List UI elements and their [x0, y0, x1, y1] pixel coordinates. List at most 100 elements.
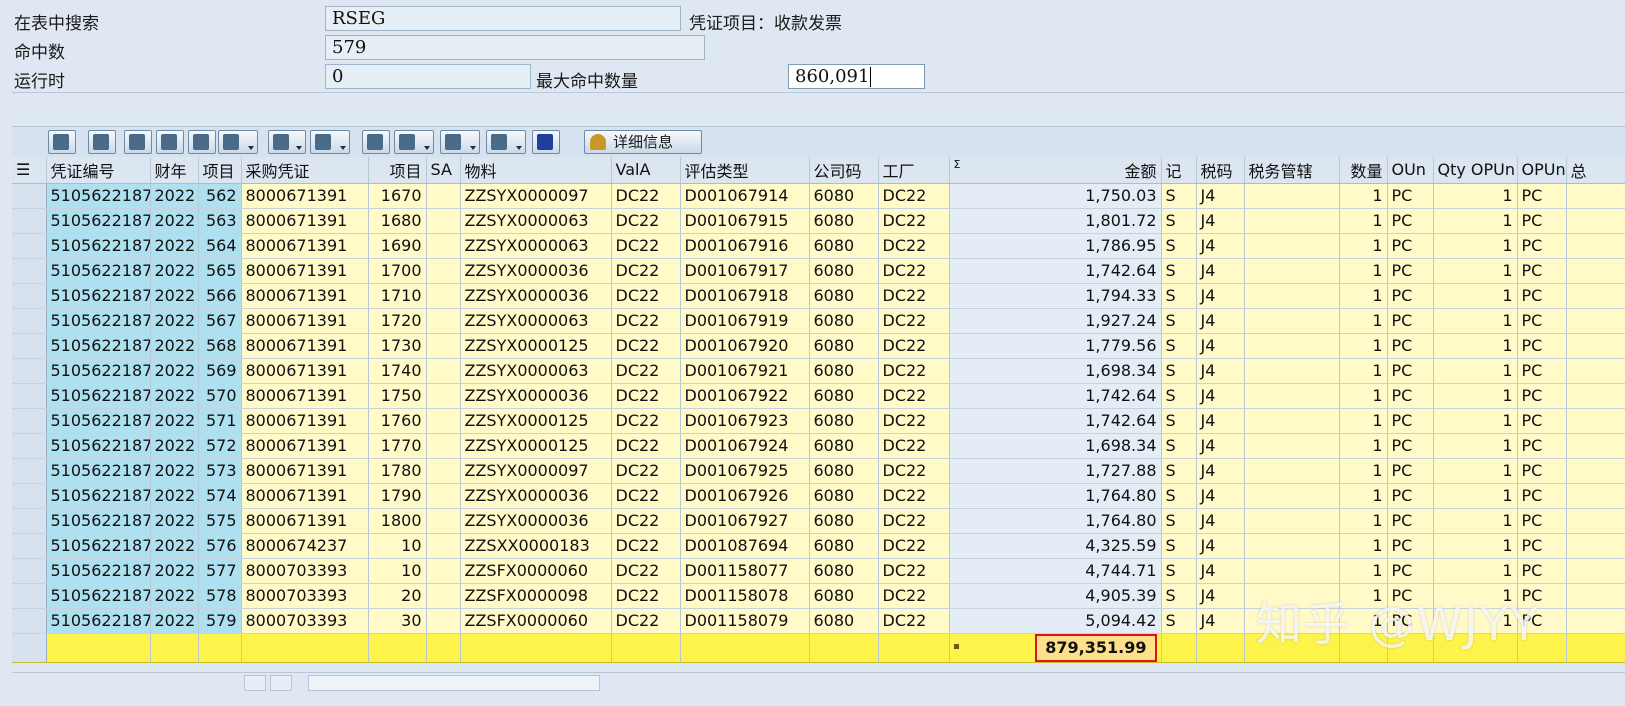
tax-jurisdiction-cell[interactable] [1244, 433, 1340, 459]
po-cell[interactable]: 8000671391 [241, 233, 369, 259]
item-cell[interactable]: 563 [198, 208, 242, 234]
quantity-cell[interactable]: 1 [1339, 433, 1388, 459]
company-code-cell[interactable]: 6080 [809, 358, 879, 384]
material-cell[interactable]: ZZSYX0000036 [460, 258, 612, 284]
material-cell[interactable]: ZZSXX0000183 [460, 533, 612, 559]
tax-jurisdiction-cell[interactable] [1244, 183, 1340, 209]
po-cell[interactable]: 8000671391 [241, 508, 369, 534]
qty-opun-cell[interactable]: 1 [1433, 558, 1518, 584]
tax-jurisdiction-cell[interactable] [1244, 383, 1340, 409]
opun-cell[interactable]: PC [1517, 433, 1567, 459]
col-header-oun[interactable]: OUn [1387, 157, 1434, 184]
material-cell[interactable]: ZZSYX0000097 [460, 458, 612, 484]
company-code-cell[interactable]: 6080 [809, 233, 879, 259]
doc-number-cell[interactable]: 5105622187 [46, 258, 151, 284]
total-cell[interactable] [1566, 558, 1625, 584]
item-cell[interactable]: 575 [198, 508, 242, 534]
qty-opun-cell[interactable]: 1 [1433, 483, 1518, 509]
quantity-cell[interactable]: 1 [1339, 458, 1388, 484]
debit-credit-cell[interactable]: S [1161, 433, 1197, 459]
fiscal-year-cell[interactable]: 2022 [150, 308, 199, 334]
total-cell[interactable] [1566, 283, 1625, 309]
details-icon-button[interactable] [48, 130, 76, 154]
valuation-type-cell[interactable]: D001067920 [680, 333, 810, 359]
print-button[interactable] [88, 130, 116, 154]
debit-credit-cell[interactable]: S [1161, 258, 1197, 284]
tax-jurisdiction-cell[interactable] [1244, 283, 1340, 309]
fiscal-year-cell[interactable]: 2022 [150, 358, 199, 384]
col-header-vala[interactable]: ValA [611, 157, 681, 184]
vala-cell[interactable]: DC22 [611, 333, 681, 359]
row-selector[interactable] [12, 558, 47, 584]
fiscal-year-cell[interactable]: 2022 [150, 508, 199, 534]
qty-opun-cell[interactable]: 1 [1433, 208, 1518, 234]
fiscal-year-cell[interactable]: 2022 [150, 558, 199, 584]
tax-code-cell[interactable]: J4 [1196, 533, 1245, 559]
item-cell[interactable]: 570 [198, 383, 242, 409]
total-cell[interactable] [1566, 483, 1625, 509]
sa-cell[interactable] [426, 433, 461, 459]
col-header-company-code[interactable]: 公司码 [809, 157, 879, 184]
debit-credit-cell[interactable]: S [1161, 233, 1197, 259]
tax-jurisdiction-cell[interactable] [1244, 533, 1340, 559]
po-item-cell[interactable]: 30 [368, 608, 427, 634]
quantity-cell[interactable]: 1 [1339, 408, 1388, 434]
col-header-amount[interactable]: Σ 金额 [949, 157, 1162, 184]
material-cell[interactable]: ZZSYX0000125 [460, 433, 612, 459]
total-cell[interactable] [1566, 208, 1625, 234]
quantity-cell[interactable]: 1 [1339, 258, 1388, 284]
amount-cell[interactable]: 1,698.34 [949, 358, 1162, 384]
doc-number-cell[interactable]: 5105622187 [46, 583, 151, 609]
fiscal-year-cell[interactable]: 2022 [150, 583, 199, 609]
valuation-type-cell[interactable]: D001067917 [680, 258, 810, 284]
quantity-cell[interactable]: 1 [1339, 533, 1388, 559]
tax-code-cell[interactable]: J4 [1196, 433, 1245, 459]
item-cell[interactable]: 577 [198, 558, 242, 584]
amount-cell[interactable]: 1,764.80 [949, 508, 1162, 534]
opun-cell[interactable]: PC [1517, 408, 1567, 434]
po-cell[interactable]: 8000671391 [241, 283, 369, 309]
company-code-cell[interactable]: 6080 [809, 408, 879, 434]
quantity-cell[interactable]: 1 [1339, 308, 1388, 334]
qty-opun-cell[interactable]: 1 [1433, 358, 1518, 384]
tax-code-cell[interactable]: J4 [1196, 208, 1245, 234]
tax-code-cell[interactable]: J4 [1196, 183, 1245, 209]
valuation-type-cell[interactable]: D001158077 [680, 558, 810, 584]
tax-code-cell[interactable]: J4 [1196, 358, 1245, 384]
fiscal-year-cell[interactable]: 2022 [150, 608, 199, 634]
debit-credit-cell[interactable]: S [1161, 483, 1197, 509]
doc-number-cell[interactable]: 5105622187 [46, 408, 151, 434]
fiscal-year-cell[interactable]: 2022 [150, 208, 199, 234]
material-cell[interactable]: ZZSYX0000036 [460, 383, 612, 409]
po-item-cell[interactable]: 20 [368, 583, 427, 609]
item-cell[interactable]: 564 [198, 233, 242, 259]
table-row[interactable]: 5105622187 2022 570 8000671391 1750 ZZSYX0000… [12, 383, 1625, 409]
vala-cell[interactable]: DC22 [611, 308, 681, 334]
plant-cell[interactable]: DC22 [878, 408, 950, 434]
valuation-type-cell[interactable]: D001067918 [680, 283, 810, 309]
tax-jurisdiction-cell[interactable] [1244, 508, 1340, 534]
tax-jurisdiction-cell[interactable] [1244, 258, 1340, 284]
row-selector[interactable] [12, 383, 47, 409]
item-cell[interactable]: 566 [198, 283, 242, 309]
item-cell[interactable]: 569 [198, 358, 242, 384]
valuation-type-cell[interactable]: D001067919 [680, 308, 810, 334]
debit-credit-cell[interactable]: S [1161, 458, 1197, 484]
debit-credit-cell[interactable]: S [1161, 208, 1197, 234]
item-cell[interactable]: 573 [198, 458, 242, 484]
total-cell[interactable] [1566, 358, 1625, 384]
quantity-cell[interactable]: 1 [1339, 333, 1388, 359]
doc-number-cell[interactable]: 5105622187 [46, 183, 151, 209]
debit-credit-cell[interactable]: S [1161, 183, 1197, 209]
total-cell[interactable] [1566, 308, 1625, 334]
material-cell[interactable]: ZZSFX0000060 [460, 608, 612, 634]
po-cell[interactable]: 8000671391 [241, 308, 369, 334]
plant-cell[interactable]: DC22 [878, 383, 950, 409]
col-header-plant[interactable]: 工厂 [878, 157, 950, 184]
company-code-cell[interactable]: 6080 [809, 283, 879, 309]
row-selector[interactable] [12, 208, 47, 234]
vala-cell[interactable]: DC22 [611, 208, 681, 234]
debit-credit-cell[interactable]: S [1161, 508, 1197, 534]
total-cell[interactable] [1566, 233, 1625, 259]
plant-cell[interactable]: DC22 [878, 458, 950, 484]
